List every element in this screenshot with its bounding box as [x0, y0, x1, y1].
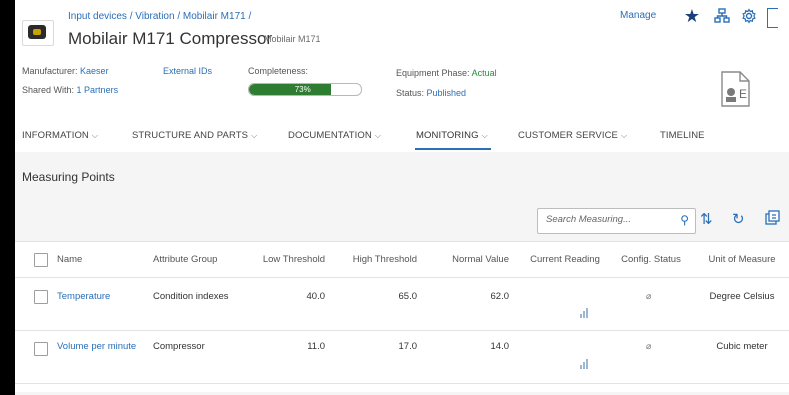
normal-value-cell: 14.0 — [490, 341, 510, 352]
measuring-points-section: Measuring Points ⚲ ⇅ ↻ Name Attribute Gr… — [15, 152, 789, 395]
tab-structure-and-parts[interactable]: STRUCTURE AND PARTS ⌵ — [132, 130, 257, 141]
completeness-progress: 73% — [248, 83, 362, 96]
high-threshold-cell: 65.0 — [398, 291, 418, 302]
shared-with: Shared With: 1 Partners — [22, 85, 118, 95]
active-tab-indicator — [415, 148, 491, 150]
manufacturer: Manufacturer: Kaeser — [22, 66, 109, 76]
column-header-current-reading[interactable]: Current Reading — [520, 254, 610, 265]
panel-icon[interactable] — [767, 8, 778, 28]
unit-of-measure-cell: Degree Celsius — [709, 291, 775, 302]
tab-label: MONITORING — [416, 130, 479, 141]
tab-label: STRUCTURE AND PARTS — [132, 130, 249, 141]
search-icon[interactable]: ⚲ — [680, 213, 689, 227]
completeness-fill: 73% — [249, 84, 331, 95]
tab-label: DOCUMENTATION — [288, 130, 372, 141]
search-box[interactable]: ⚲ — [537, 208, 696, 234]
star-icon[interactable]: ★ — [683, 6, 701, 26]
high-threshold-cell: 17.0 — [398, 341, 418, 352]
unit-of-measure-cell: Cubic meter — [716, 341, 768, 352]
select-all-checkbox[interactable] — [34, 253, 48, 267]
tab-label: TIMELINE — [660, 130, 705, 141]
equipment-thumbnail — [22, 20, 54, 46]
page: Input devices / Vibration / Mobilair M17… — [15, 0, 789, 395]
low-threshold-cell: 11.0 — [307, 341, 325, 352]
svg-text:E: E — [739, 87, 747, 101]
tab-documentation[interactable]: DOCUMENTATION ⌵ — [288, 130, 381, 141]
column-header-attribute-group[interactable]: Attribute Group — [153, 254, 217, 265]
export-icon[interactable] — [764, 210, 780, 230]
attribute-group-cell: Compressor — [153, 341, 205, 352]
attribute-group-cell: Condition indexes — [153, 291, 229, 302]
column-header-high-threshold[interactable]: High Threshold — [333, 254, 417, 265]
external-ids[interactable]: External IDs — [163, 66, 212, 76]
row-checkbox[interactable] — [34, 290, 48, 304]
object-header: Input devices / Vibration / Mobilair M17… — [15, 0, 789, 150]
normal-value-cell: 62.0 — [490, 291, 510, 302]
config-status-icon: ⌀ — [646, 341, 652, 351]
chevron-down-icon: ⌵ — [91, 131, 99, 140]
measuring-point-link[interactable]: Volume per minute — [57, 341, 136, 352]
tab-bar: INFORMATION ⌵ STRUCTURE AND PARTS ⌵ DOCUME… — [15, 128, 789, 150]
measuring-points-table: Name Attribute Group Low Threshold High … — [15, 241, 789, 392]
tab-label: INFORMATION — [22, 130, 89, 141]
row-checkbox[interactable] — [34, 342, 48, 356]
completeness-text: 73% — [294, 85, 311, 94]
phase-value: Actual — [471, 68, 497, 78]
config-status-icon: ⌀ — [646, 291, 652, 301]
low-threshold-cell: 40.0 — [306, 291, 326, 302]
manage-link[interactable]: Manage — [620, 10, 656, 21]
phase-label: Equipment Phase: — [396, 68, 470, 78]
column-header-config-status[interactable]: Config. Status — [614, 254, 688, 265]
chevron-down-icon: ⌵ — [620, 131, 628, 140]
tab-timeline[interactable]: TIMELINE — [660, 130, 705, 141]
column-header-low-threshold[interactable]: Low Threshold — [245, 254, 325, 265]
status-label: Status: — [396, 88, 425, 98]
page-subtitle: Mobilair M171 — [264, 34, 321, 44]
shared-label: Shared With: — [22, 85, 75, 95]
external-ids-link[interactable]: External IDs — [163, 66, 212, 76]
completeness-label: Completeness: — [248, 66, 309, 76]
measuring-point-link[interactable]: Temperature — [57, 291, 110, 302]
tab-customer-service[interactable]: CUSTOMER SERVICE ⌵ — [518, 130, 627, 141]
document-type-icon: E — [719, 70, 753, 108]
table-header: Name Attribute Group Low Threshold High … — [15, 242, 789, 278]
sort-icon[interactable]: ⇅ — [700, 210, 713, 228]
tab-label: CUSTOMER SERVICE — [518, 130, 618, 141]
equipment-phase: Equipment Phase: Actual — [396, 68, 497, 78]
chevron-down-icon: ⌵ — [481, 131, 488, 140]
column-header-unit-of-measure[interactable]: Unit of Measure — [695, 254, 789, 265]
status-value: Published — [426, 88, 467, 98]
shared-value[interactable]: 1 Partners — [77, 85, 119, 95]
chart-icon[interactable] — [580, 308, 590, 318]
chart-icon[interactable] — [580, 359, 590, 369]
tab-monitoring[interactable]: MONITORING ⌵ — [416, 130, 488, 141]
refresh-icon[interactable]: ↻ — [732, 210, 745, 228]
section-title: Measuring Points — [22, 170, 115, 184]
chevron-down-icon: ⌵ — [374, 131, 381, 140]
page-title: Mobilair M171 Compressor — [68, 29, 273, 48]
manufacturer-value[interactable]: Kaeser — [80, 66, 109, 76]
hierarchy-icon[interactable] — [713, 7, 731, 25]
search-input[interactable] — [546, 214, 666, 225]
manufacturer-label: Manufacturer: — [22, 66, 78, 76]
table-row[interactable]: Volume per minute Compressor 11.0 17.0 1… — [15, 331, 789, 384]
chevron-down-icon: ⌵ — [251, 131, 258, 140]
column-header-name[interactable]: Name — [57, 254, 82, 265]
gear-icon[interactable] — [740, 7, 758, 25]
status: Status: Published — [396, 88, 466, 98]
table-row[interactable]: Temperature Condition indexes 40.0 65.0 … — [15, 278, 789, 331]
tab-information[interactable]: INFORMATION ⌵ — [22, 130, 98, 141]
column-header-normal-value[interactable]: Normal Value — [427, 254, 509, 265]
breadcrumb[interactable]: Input devices / Vibration / Mobilair M17… — [68, 11, 251, 22]
